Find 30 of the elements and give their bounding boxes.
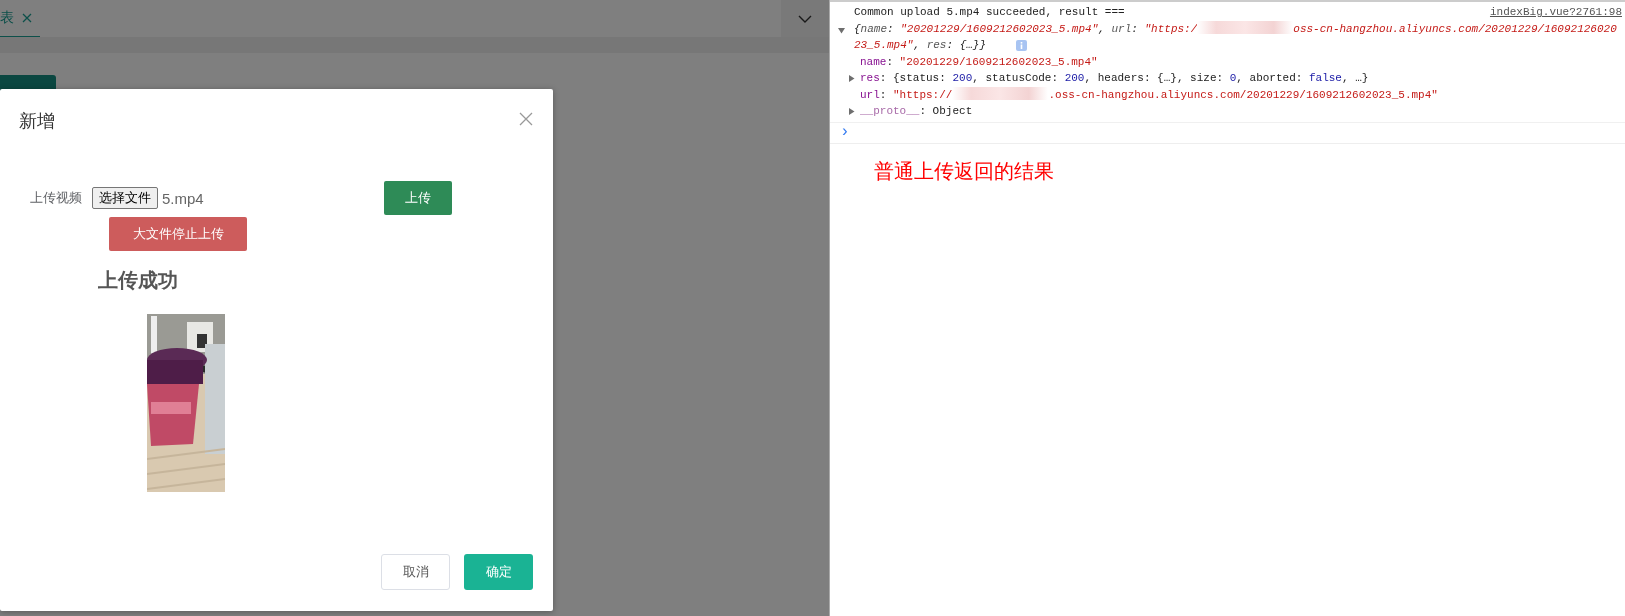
stop-upload-button[interactable]: 大文件停止上传 <box>109 217 247 251</box>
close-icon[interactable] <box>22 13 32 23</box>
property-name: res <box>860 71 880 86</box>
upload-status: 上传成功 <box>98 268 178 293</box>
annotation-text: 普通上传返回的结果 <box>874 158 1055 184</box>
close-icon[interactable] <box>519 112 533 126</box>
confirm-button[interactable]: 确定 <box>464 554 533 590</box>
info-icon[interactable] <box>1016 39 1027 51</box>
chevron-down-icon <box>798 14 812 23</box>
property-value: : Object <box>919 104 973 119</box>
property-value: : "20201229/1609212602023_5.mp4" <box>886 54 1098 70</box>
property-name: name <box>860 54 887 70</box>
property-name: __proto__ <box>860 104 920 119</box>
property-value: : {status: 200, statusCode: 200, headers: {…}, size: 0, aborted: false, …} <box>879 71 1369 86</box>
expanded-arrow-icon[interactable] <box>838 26 845 34</box>
dropdown-button[interactable] <box>781 0 829 37</box>
collapsed-arrow-icon[interactable] <box>848 74 855 82</box>
choose-file-button[interactable]: 选择文件 <box>92 187 158 209</box>
cancel-button[interactable]: 取消 <box>381 554 450 590</box>
log-message: Common upload 5.mp4 succeeded, result === <box>854 5 1125 20</box>
source-link[interactable]: indexBig.vue?2761:98 <box>1489 4 1622 21</box>
object-preview: {name: "20201229/1609212602023_5.mp4", url: "https:/ oss-cn-hangzhou.aliyuncs.com/20201229/1609212602023_5.mp4", res: {…}} <box>854 20 1618 53</box>
collapsed-arrow-icon[interactable] <box>848 107 855 115</box>
property-value: : "https:// .oss-cn-hangzhou.aliyuncs.com/20201229/1609212602023_5.mp4" <box>879 86 1438 103</box>
upload-button[interactable]: 上传 <box>383 181 452 215</box>
prompt-caret[interactable]: › <box>840 122 850 141</box>
file-name: 5.mp4 <box>162 189 204 207</box>
field-label: 上传视频 <box>30 189 82 207</box>
dialog-title: 新增 <box>19 110 55 133</box>
property-name: url <box>860 87 880 103</box>
